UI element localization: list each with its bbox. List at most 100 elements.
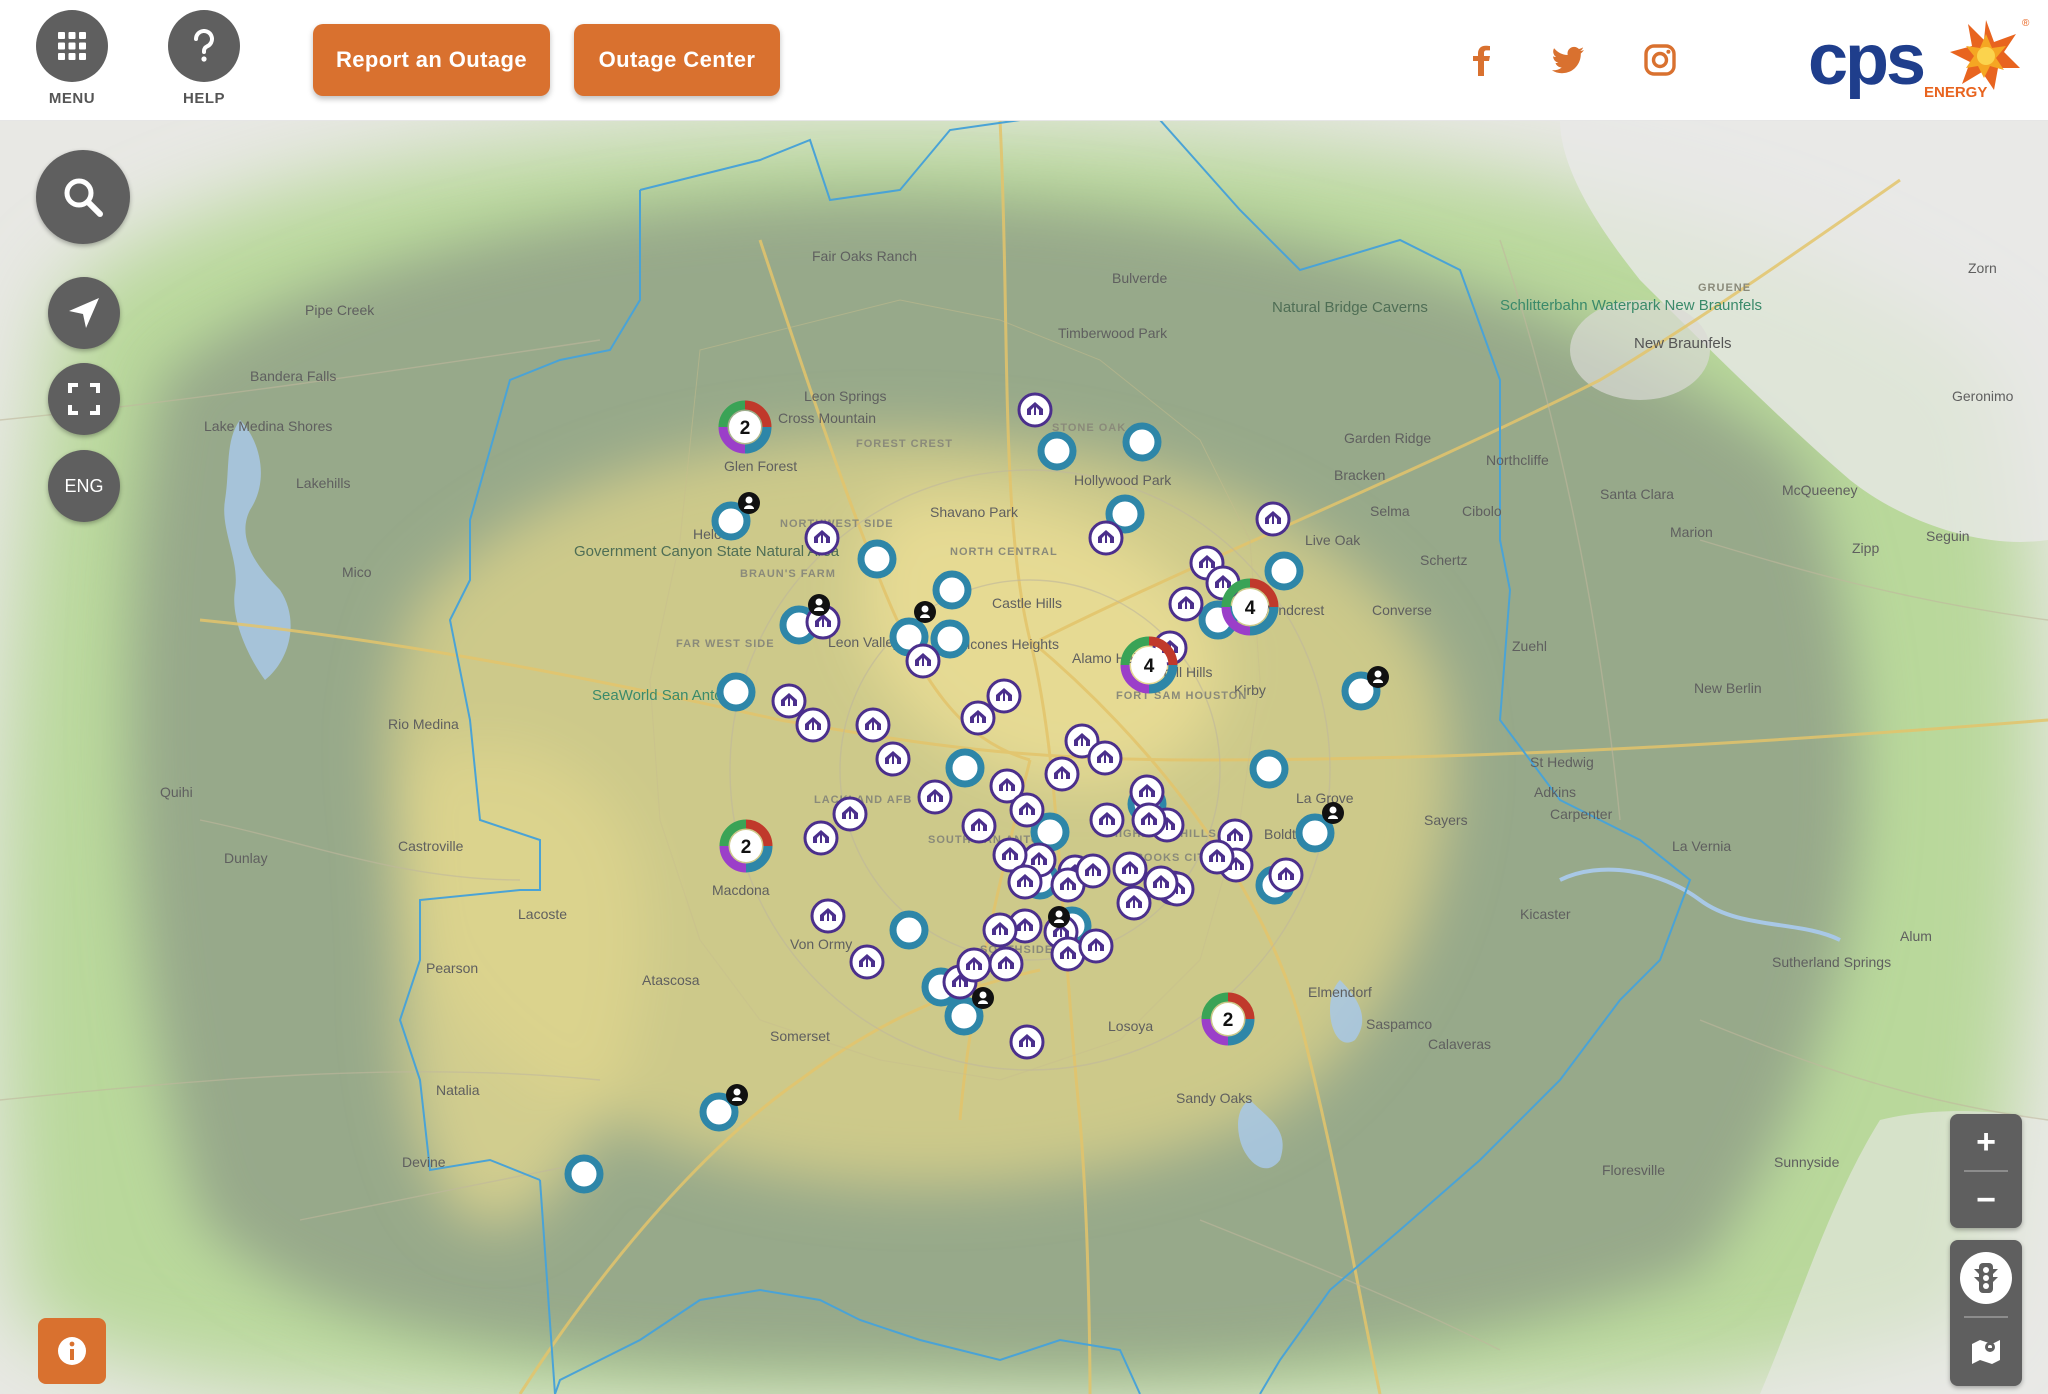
crew-marker-icon[interactable] xyxy=(889,910,929,950)
crew-marker-icon[interactable] xyxy=(1122,422,1162,462)
language-toggle[interactable]: ENG xyxy=(48,450,120,522)
crew-marker-icon[interactable] xyxy=(932,570,972,610)
map-layers-icon xyxy=(1972,1340,2000,1364)
outage-marker-icon[interactable] xyxy=(1255,501,1291,537)
report-outage-button[interactable]: Report an Outage xyxy=(313,24,550,96)
cluster-count: 4 xyxy=(1144,656,1155,677)
crew-marker-icon[interactable] xyxy=(1037,431,1077,471)
layers-divider xyxy=(1964,1316,2008,1318)
outage-cluster[interactable]: 2 xyxy=(718,400,772,454)
outage-marker-icon[interactable] xyxy=(1078,928,1114,964)
outage-marker-icon[interactable] xyxy=(905,643,941,679)
outage-marker-icon[interactable] xyxy=(1009,1024,1045,1060)
search-button[interactable] xyxy=(36,150,130,244)
outage-marker-icon[interactable] xyxy=(982,912,1018,948)
locate-me-button[interactable] xyxy=(48,277,120,349)
outage-marker-icon[interactable] xyxy=(855,707,891,743)
outage-marker-icon[interactable] xyxy=(961,808,997,844)
outage-marker-icon[interactable] xyxy=(849,944,885,980)
svg-text:®: ® xyxy=(2022,18,2030,29)
outage-marker-icon[interactable] xyxy=(1116,885,1152,921)
map-type-button[interactable] xyxy=(1960,1326,2012,1378)
search-icon xyxy=(64,178,103,217)
crew-marker-icon[interactable] xyxy=(857,539,897,579)
help-question-icon xyxy=(168,10,240,82)
outage-cluster[interactable]: 4 xyxy=(1221,578,1279,636)
top-header: MENU HELP Report an Outage Outage Center xyxy=(0,0,2048,121)
outage-marker-icon[interactable] xyxy=(1112,851,1148,887)
outage-marker-icon[interactable] xyxy=(1017,392,1053,428)
menu-label: MENU xyxy=(48,90,96,107)
twitter-icon[interactable] xyxy=(1548,40,1588,80)
outage-marker-icon[interactable] xyxy=(1199,839,1235,875)
outage-marker-icon[interactable] xyxy=(832,796,868,832)
outage-marker-icon[interactable] xyxy=(960,700,996,736)
worker-badge-icon xyxy=(738,492,760,514)
zoom-in-button[interactable]: + xyxy=(1950,1114,2022,1170)
logo-sun-icon xyxy=(1950,20,2020,90)
crew-marker-icon[interactable] xyxy=(1264,551,1304,591)
outage-marker-icon[interactable] xyxy=(1131,802,1167,838)
outage-marker-icon[interactable] xyxy=(1087,740,1123,776)
outage-marker-icon[interactable] xyxy=(986,678,1022,714)
outage-marker-icon[interactable] xyxy=(1089,802,1125,838)
cluster-count: 2 xyxy=(740,418,751,439)
logo-text: cps xyxy=(1808,20,1924,100)
worker-badge-icon xyxy=(726,1084,748,1106)
outage-marker-icon[interactable] xyxy=(988,946,1024,982)
instagram-icon[interactable] xyxy=(1640,40,1680,80)
crew-marker-icon[interactable] xyxy=(1249,749,1289,789)
map-layers-control xyxy=(1950,1240,2022,1386)
menu-button[interactable]: MENU xyxy=(36,10,108,107)
info-icon xyxy=(58,1337,86,1365)
navigation-arrow-icon xyxy=(69,298,99,328)
cluster-count: 2 xyxy=(741,837,752,858)
outage-marker-icon[interactable] xyxy=(956,947,992,983)
outage-markers-layer: 2 2 4 4 2 xyxy=(564,392,1389,1194)
zoom-control: + − xyxy=(1950,1114,2022,1228)
fullscreen-button[interactable] xyxy=(48,363,120,435)
outage-marker-icon[interactable] xyxy=(803,820,839,856)
outage-marker-icon[interactable] xyxy=(771,683,807,719)
logo-subtext: ENERGY xyxy=(1924,84,1987,101)
outage-marker-icon[interactable] xyxy=(810,898,846,934)
outage-marker-icon[interactable] xyxy=(1088,520,1124,556)
outage-marker-icon[interactable] xyxy=(1268,857,1304,893)
facebook-icon[interactable] xyxy=(1462,40,1502,80)
outage-marker-icon[interactable] xyxy=(804,520,840,556)
outage-cluster[interactable]: 2 xyxy=(719,819,773,873)
worker-badge-icon xyxy=(972,987,994,1009)
help-label: HELP xyxy=(182,90,225,107)
cps-energy-logo[interactable]: cps ENERGY ® xyxy=(1806,14,2036,104)
outage-marker-icon[interactable] xyxy=(1009,792,1045,828)
outage-marker-icon[interactable] xyxy=(1007,864,1043,900)
crew-marker-icon[interactable] xyxy=(930,619,970,659)
traffic-light-icon xyxy=(1974,1263,1998,1293)
zoom-out-button[interactable]: − xyxy=(1950,1172,2022,1228)
outage-cluster[interactable]: 4 xyxy=(1120,636,1178,694)
cluster-count: 2 xyxy=(1223,1010,1234,1031)
outage-marker-icon[interactable] xyxy=(875,741,911,777)
worker-badge-icon xyxy=(808,594,830,616)
worker-badge-icon xyxy=(1048,906,1070,928)
outage-marker-icon[interactable] xyxy=(917,779,953,815)
crew-marker-icon[interactable] xyxy=(945,748,985,788)
crew-marker-icon[interactable] xyxy=(1295,813,1335,853)
outage-marker-icon[interactable] xyxy=(1044,756,1080,792)
outage-marker-icon[interactable] xyxy=(1075,853,1111,889)
outage-center-button[interactable]: Outage Center xyxy=(574,24,780,96)
worker-badge-icon xyxy=(1367,666,1389,688)
fullscreen-icon xyxy=(68,383,100,415)
worker-badge-icon xyxy=(1322,802,1344,824)
outage-cluster[interactable]: 2 xyxy=(1201,992,1255,1046)
crew-marker-icon[interactable] xyxy=(716,672,756,712)
outage-marker-icon[interactable] xyxy=(795,707,831,743)
info-button[interactable] xyxy=(38,1318,106,1384)
outage-map[interactable]: Fair Oaks Ranch Bulverde Timberwood Park Na… xyxy=(0,120,2048,1394)
help-button[interactable]: HELP xyxy=(168,10,240,107)
traffic-toggle-button[interactable] xyxy=(1960,1252,2012,1304)
outage-marker-icon[interactable] xyxy=(1168,586,1204,622)
outage-marker-icon[interactable] xyxy=(1143,865,1179,901)
cluster-count: 4 xyxy=(1245,598,1256,619)
crew-marker-icon[interactable] xyxy=(564,1154,604,1194)
